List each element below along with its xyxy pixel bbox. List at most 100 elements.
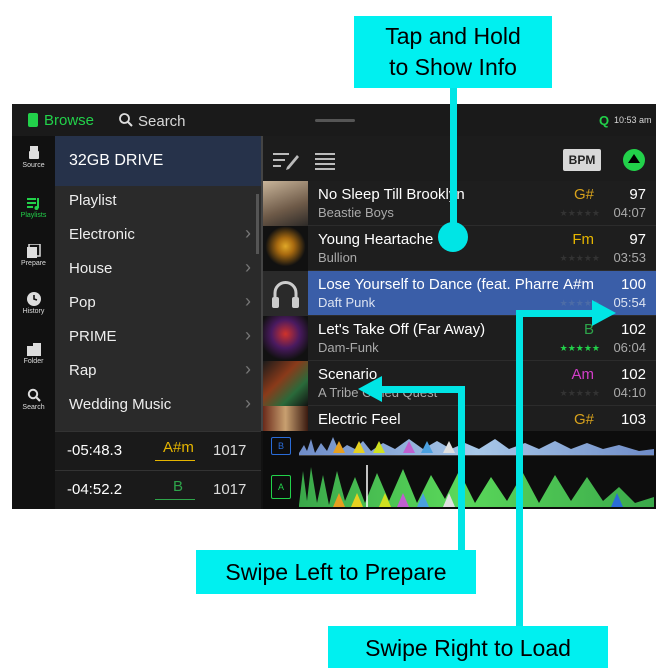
crate-label: PRIME [69,328,117,345]
top-bar: Browse Search Q 10:53 am [12,104,656,136]
track-title: Scenario [318,366,378,383]
nav-playlists-label: Playlists [20,212,47,219]
nav-history[interactable]: History [12,292,55,315]
swipe-left-callout: Swipe Left to Prepare [196,550,476,594]
track-length: 03:53 [613,250,646,265]
swipe-right-connector-v [516,310,523,628]
scroll-up-button[interactable] [623,149,645,171]
crate-label: Pop [69,294,96,311]
track-length: 04:07 [613,205,646,220]
crate-scrollbar[interactable] [256,194,259,254]
deck-info-b[interactable]: -05:48.3 A#m 1017 [55,431,261,470]
tap-hold-connector [450,88,457,236]
drag-handle[interactable] [315,119,355,122]
track-artist: Dam-Funk [318,340,379,355]
track-key: Fm [572,231,594,248]
search-tab[interactable]: Search [118,112,186,130]
swipe-right-callout: Swipe Right to Load [328,626,608,668]
search-tab-label: Search [138,113,186,130]
search-icon [27,388,41,402]
sd-card-icon [28,113,38,127]
track-row[interactable]: No Sleep Till Brooklyn Beastie Boys G# 9… [263,181,656,226]
track-key: Am [571,366,595,383]
nav-history-label: History [22,308,45,315]
track-title: Let's Take Off (Far Away) [318,321,486,338]
track-length: 04:10 [613,385,646,400]
crate-label: Rap [69,362,97,379]
deck-b-button[interactable]: B [271,437,291,455]
chevron-right-icon: › [245,359,251,379]
clock: 10:53 am [614,115,652,125]
crate-item[interactable]: Playlist [55,184,261,218]
track-key: A#m [563,276,594,293]
nav-folder-label: Folder [23,358,44,365]
album-art [263,316,308,361]
track-title: Lose Yourself to Dance (feat. Pharrell [318,276,558,293]
chevron-right-icon: › [245,291,251,311]
rating-stars: ★★★★★ [559,343,600,353]
edit-list-icon[interactable] [273,151,299,171]
deck-info-a[interactable]: -04:52.2 B 1017 [55,470,261,509]
search-icon [119,113,133,127]
device-screen: Browse Search Q 10:53 am Source Playlist… [12,104,656,509]
nav-prepare[interactable]: Prepare [12,244,55,267]
track-bpm: 97 [629,186,646,203]
track-bpm: 97 [629,231,646,248]
track-bpm: 102 [620,366,646,383]
swipe-left-connector-v [458,386,465,554]
nav-search[interactable]: Search [12,388,55,411]
chevron-right-icon: › [245,325,251,345]
sort-bpm-button[interactable]: BPM [563,149,601,171]
tap-point-indicator [438,222,468,252]
chevron-right-icon: › [245,257,251,277]
crate-item[interactable]: PRIME › [55,320,261,354]
deck-time: -05:48.3 [67,442,123,459]
deck-key: B [173,478,184,495]
playlist-icon [26,198,39,210]
rating-stars: ★★★★★ [559,208,600,218]
crate-item[interactable]: Wedding Music › [55,388,261,422]
track-artist: Bullion [318,250,358,265]
tap-hold-line2: to Show Info [389,54,517,80]
nav-playlists[interactable]: Playlists [12,196,55,219]
rating-stars: ★★★★★ [559,388,600,398]
crate-label: House [69,260,113,277]
swipe-right-connector-h [516,310,594,317]
tap-hold-callout: Tap and Hold to Show Info [354,16,552,88]
track-bpm: 100 [620,276,646,293]
album-art [263,226,308,271]
crate-label: Wedding Music [69,396,172,413]
track-key: G# [573,411,594,428]
tap-hold-line1: Tap and Hold [385,23,521,49]
track-bpm: 103 [620,411,646,428]
drive-title: 32GB DRIVE [69,152,164,169]
swipe-left-arrow [358,376,382,402]
rating-stars: ★★★★★ [559,253,600,263]
folder-icon [26,343,41,356]
browse-tab[interactable]: Browse [44,112,94,129]
nav-source[interactable]: Source [12,146,55,169]
list-view-icon[interactable] [315,151,335,171]
nav-folder[interactable]: Folder [12,342,55,365]
drive-header[interactable]: 32GB DRIVE [55,136,261,186]
crate-label: Playlist [69,192,117,209]
crate-item[interactable]: Rap › [55,354,261,388]
track-key: G# [573,186,594,203]
crate-item[interactable]: Electronic › [55,218,261,252]
album-art [263,181,308,226]
deck-time: -04:52.2 [67,481,123,498]
track-artist: Daft Punk [318,295,376,310]
deck-bpm: 1017 [213,481,247,498]
crate-item[interactable]: House › [55,252,261,286]
key-underline [155,460,195,461]
deck-a-button[interactable]: A [271,475,291,499]
deck-key: A#m [163,439,194,456]
crate-item[interactable]: Pop › [55,286,261,320]
key-underline [155,499,195,500]
track-title: Electric Feel [318,411,401,428]
chevron-right-icon: › [245,393,251,413]
crate-label: Electronic [69,226,135,243]
usb-icon [28,146,39,159]
track-title: No Sleep Till Brooklyn [318,186,465,203]
nav-source-label: Source [22,162,45,169]
